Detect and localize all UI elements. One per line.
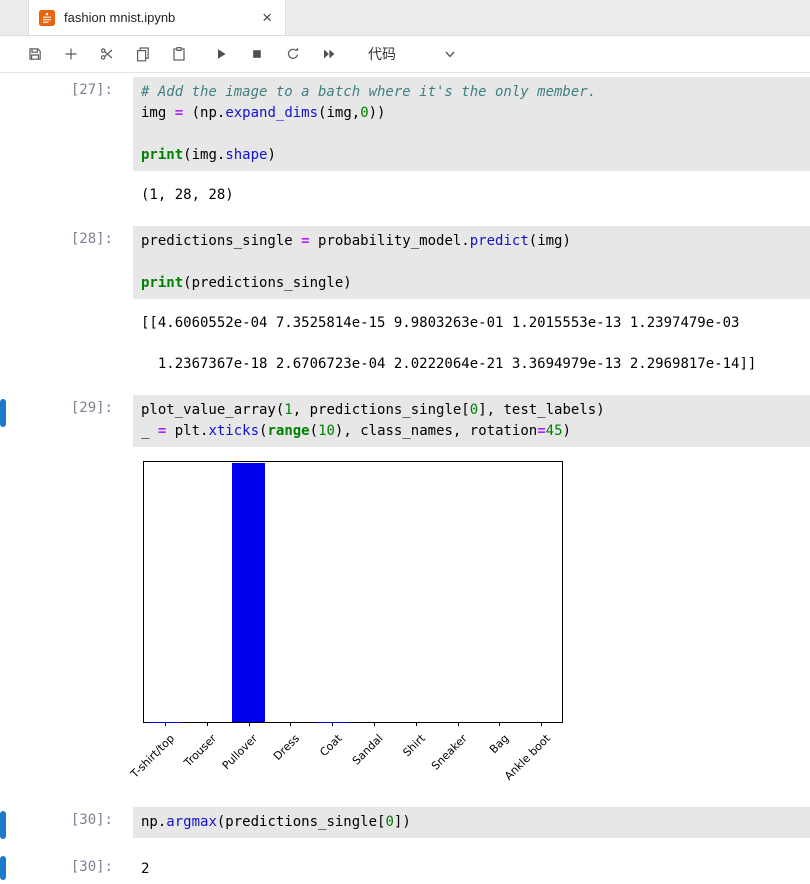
- tab-bar: fashion mnist.ipynb ×: [0, 0, 810, 36]
- code-editor[interactable]: predictions_single = probability_model.p…: [133, 226, 810, 299]
- tab-close-button[interactable]: ×: [259, 9, 275, 26]
- run-cell-button[interactable]: [212, 45, 230, 63]
- output-text: 1.2367367e-18 2.6706723e-04 2.0222064e-2…: [141, 356, 757, 372]
- clipboard-icon: [173, 47, 185, 61]
- notebook-cell-list: [27]: # Add the image to a batch where it…: [0, 73, 810, 880]
- output-text: [[4.6060552e-04 7.3525814e-15 9.9803263e…: [141, 315, 740, 331]
- run-icon: [218, 49, 226, 59]
- cell-type-dropdown[interactable]: 代码: [368, 44, 456, 64]
- execution-count: [30]:: [70, 859, 113, 875]
- x-tick: [541, 722, 543, 726]
- active-cell-indicator: [0, 856, 6, 880]
- execution-count: [27]:: [70, 82, 113, 98]
- cell-type-label: 代码: [368, 46, 396, 62]
- output-result: 2: [141, 861, 150, 877]
- run-all-icon: [324, 49, 335, 59]
- notebook-cell: [28]: predictions_single = probability_mo…: [0, 226, 810, 375]
- x-tick: [415, 722, 417, 726]
- notebook-toolbar: 代码: [0, 36, 810, 73]
- scissors-icon: [100, 48, 113, 60]
- cell-output: T-shirt/top Trouser Pullover Dress Coat Sanda…: [128, 461, 810, 787]
- restart-run-all-button[interactable]: [320, 45, 338, 63]
- add-cell-button[interactable]: [62, 45, 80, 63]
- notebook-cell: [30]: 2: [0, 854, 810, 880]
- notebook-cell: [30]: np.argmax(predictions_single[0]): [0, 807, 810, 839]
- notebook-cell: [27]: # Add the image to a batch where it…: [0, 77, 810, 206]
- paste-cell-button[interactable]: [170, 45, 188, 63]
- code-editor[interactable]: np.argmax(predictions_single[0]): [133, 807, 810, 838]
- prediction-bar-chart: T-shirt/top Trouser Pullover Dress Coat Sanda…: [128, 461, 810, 787]
- execution-count: [29]:: [70, 400, 113, 416]
- output-text: (1, 28, 28): [141, 187, 234, 203]
- active-cell-indicator: [0, 399, 6, 427]
- x-tick: [332, 722, 334, 726]
- execution-count: [28]:: [70, 231, 113, 247]
- tab-title: fashion mnist.ipynb: [64, 10, 176, 25]
- x-tick: [164, 722, 166, 726]
- notebook-cell: [29]: plot_value_array(1, predictions_sin…: [0, 395, 810, 787]
- stop-icon: [253, 50, 261, 58]
- chevron-down-icon: [445, 51, 455, 58]
- cut-cell-button[interactable]: [98, 45, 116, 63]
- cell-output: 2: [133, 854, 810, 880]
- x-tick: [290, 722, 292, 726]
- chart-axes: T-shirt/top Trouser Pullover Dress Coat Sanda…: [128, 461, 563, 783]
- restart-icon: [287, 47, 299, 59]
- copy-icon: [136, 47, 149, 62]
- cell-output: [[4.6060552e-04 7.3525814e-15 9.9803263e…: [133, 313, 810, 375]
- x-tick: [373, 722, 375, 726]
- plus-icon: [65, 48, 77, 60]
- chart-bar: [231, 462, 266, 722]
- code-editor[interactable]: # Add the image to a batch where it's th…: [133, 77, 810, 171]
- interrupt-kernel-button[interactable]: [248, 45, 266, 63]
- x-tick: [457, 722, 459, 726]
- x-tick: [499, 722, 501, 726]
- save-button[interactable]: [26, 45, 44, 63]
- copy-cell-button[interactable]: [134, 45, 152, 63]
- notebook-icon: [39, 9, 55, 26]
- tab-fashion-mnist[interactable]: fashion mnist.ipynb ×: [28, 0, 286, 35]
- active-cell-indicator: [0, 811, 6, 839]
- save-icon: [29, 48, 41, 60]
- execution-count: [30]:: [70, 812, 113, 828]
- restart-kernel-button[interactable]: [284, 45, 302, 63]
- x-tick: [206, 722, 208, 726]
- x-tick: [248, 722, 250, 726]
- cell-output: (1, 28, 28): [133, 185, 810, 206]
- code-editor[interactable]: plot_value_array(1, predictions_single[0…: [133, 395, 810, 447]
